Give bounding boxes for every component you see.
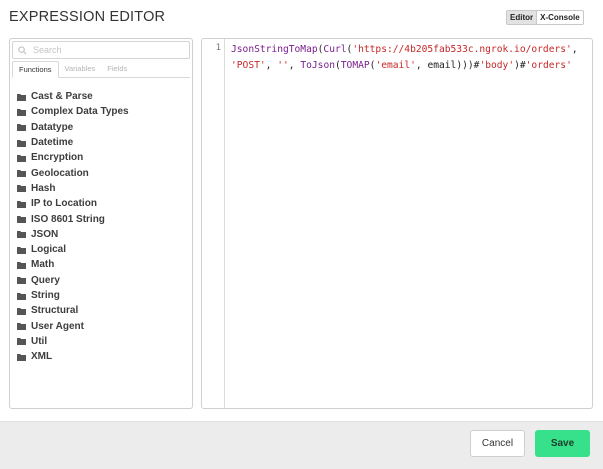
- function-category-list: Cast & Parse Complex Data Types Datatype Da…: [17, 89, 129, 364]
- folder-icon: [17, 139, 26, 147]
- folder-label: Geolocation: [31, 167, 89, 179]
- folder-label: Util: [31, 335, 48, 347]
- code-string-token: 'https://4b205fab533c.ngrok.io/orders': [352, 44, 572, 55]
- dialog-footer: Cancel Save: [0, 421, 603, 469]
- folder-item[interactable]: Geolocation: [17, 165, 129, 180]
- save-button[interactable]: Save: [535, 430, 590, 457]
- search-box[interactable]: [12, 41, 190, 59]
- line-number-gutter: 1: [202, 39, 225, 408]
- folder-label: Logical: [31, 244, 67, 256]
- code-token: , email)))#: [415, 59, 480, 71]
- folder-label: String: [31, 290, 60, 301]
- folder-label: JSON: [31, 228, 59, 240]
- folder-icon: [17, 261, 26, 269]
- mode-toggle: Editor X-Console: [506, 10, 584, 25]
- folder-item[interactable]: Datatype: [17, 120, 129, 135]
- cancel-button[interactable]: Cancel: [470, 430, 525, 457]
- folder-label: Complex Data Types: [31, 106, 129, 118]
- folder-icon: [17, 276, 26, 285]
- folder-label: Datatype: [31, 121, 74, 133]
- folder-item[interactable]: Complex Data Types: [17, 104, 129, 119]
- folder-item[interactable]: Encryption: [17, 150, 129, 165]
- folder-label: ISO 8601 String: [31, 213, 105, 225]
- editor-mode-button[interactable]: Editor: [507, 11, 538, 24]
- folder-label: Cast & Parse: [31, 91, 93, 103]
- folder-item[interactable]: Hash: [17, 181, 129, 196]
- folder-label: IP to Location: [31, 198, 97, 210]
- folder-label: Datetime: [31, 137, 74, 149]
- code-token: )#: [514, 59, 526, 71]
- tab-variables[interactable]: Variables: [59, 61, 102, 77]
- sidebar-tabs: Functions Variables Fields: [12, 61, 190, 78]
- code-function-token: ToJson: [300, 59, 335, 71]
- folder-item[interactable]: String: [17, 288, 129, 303]
- folder-item[interactable]: Cast & Parse: [17, 89, 129, 104]
- folder-icon: [17, 169, 26, 178]
- folder-label: Encryption: [31, 152, 84, 164]
- folder-icon: [17, 292, 26, 300]
- code-string-token: 'email': [375, 59, 416, 71]
- folder-item[interactable]: Structural: [17, 303, 129, 318]
- folder-item[interactable]: Math: [17, 257, 129, 272]
- folder-label: Query: [31, 274, 60, 286]
- folder-item[interactable]: IP to Location: [17, 196, 129, 211]
- search-icon: [13, 45, 27, 55]
- folder-label: User Agent: [31, 320, 84, 332]
- folder-icon: [17, 215, 26, 224]
- folder-icon: [17, 108, 26, 116]
- tab-functions[interactable]: Functions: [12, 61, 59, 78]
- code-function-token: Curl: [323, 44, 347, 55]
- folder-item[interactable]: Util: [17, 334, 129, 349]
- folder-item[interactable]: Datetime: [17, 135, 129, 150]
- expression-code[interactable]: JsonStringToMap(Curl('https://4b205fab53…: [231, 42, 587, 73]
- folder-label: Hash: [31, 182, 56, 194]
- tab-fields[interactable]: Fields: [101, 61, 133, 77]
- folder-item[interactable]: Logical: [17, 242, 129, 257]
- code-token: ,: [265, 59, 278, 71]
- folder-icon: [17, 307, 26, 315]
- code-token: ,: [571, 44, 584, 55]
- folder-label: XML: [31, 351, 53, 363]
- folder-icon: [17, 322, 26, 331]
- folder-item[interactable]: Query: [17, 273, 129, 288]
- xconsole-mode-button[interactable]: X-Console: [537, 11, 583, 24]
- code-string-token: 'orders': [525, 59, 572, 71]
- folder-icon: [17, 200, 26, 208]
- folder-label: Math: [31, 259, 55, 271]
- folder-icon: [17, 337, 26, 346]
- folder-item[interactable]: User Agent: [17, 318, 129, 333]
- folder-icon: [17, 123, 26, 132]
- folder-item[interactable]: JSON: [17, 227, 129, 242]
- folder-icon: [17, 154, 26, 162]
- code-function-token: TOMAP: [340, 59, 370, 71]
- search-input[interactable]: [27, 45, 177, 55]
- folder-icon: [17, 93, 26, 101]
- folder-label: Structural: [31, 305, 79, 317]
- line-number: 1: [215, 43, 221, 53]
- function-browser-panel: Functions Variables Fields Cast & ParseC…: [9, 38, 193, 409]
- folder-item[interactable]: ISO 8601 String: [17, 211, 129, 226]
- folder-icon: [17, 184, 26, 193]
- folder-icon: [17, 230, 26, 239]
- code-editor[interactable]: 1 JsonStringToMap(Curl('https://4b205fab…: [201, 38, 593, 409]
- folder-icon: [17, 353, 26, 361]
- code-string-token: 'body': [479, 59, 515, 71]
- code-function-token: JsonStringToMap: [231, 44, 318, 55]
- page-title: EXPRESSION EDITOR: [9, 9, 166, 25]
- folder-item[interactable]: XML: [17, 349, 129, 364]
- code-string-token: 'POST': [231, 59, 266, 71]
- folder-icon: [17, 246, 26, 254]
- code-string-token: '': [277, 59, 289, 71]
- code-token: ,: [288, 59, 301, 71]
